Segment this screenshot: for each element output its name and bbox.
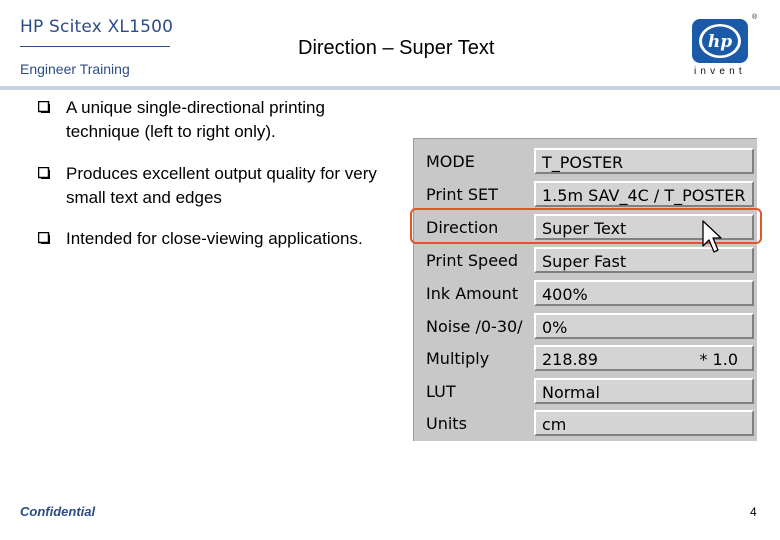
setting-multiplier: * 1.0 <box>699 350 738 369</box>
setting-value-field[interactable]: 400% <box>534 280 754 306</box>
checkbox-bullet-icon <box>38 101 50 113</box>
settings-panel: MODE T_POSTER Print SET 1.5m SAV_4C / T_… <box>413 138 757 441</box>
setting-value-field[interactable]: cm <box>534 410 754 436</box>
logo-tagline: invent <box>694 66 746 77</box>
setting-label: Print Speed <box>426 251 519 270</box>
trademark-icon: ® <box>752 14 758 21</box>
brand-name: HP Scitex XL1500 <box>20 17 174 37</box>
bullet-text: A unique single-directional printing tec… <box>66 98 325 141</box>
confidential-label: Confidential <box>20 504 96 519</box>
setting-value: 1.5m SAV_4C / T_POSTER <box>542 186 746 205</box>
bullet-text: Produces excellent output quality for ve… <box>66 164 377 207</box>
setting-value-field[interactable]: T_POSTER <box>534 148 754 174</box>
slide-title: Direction – Super Text <box>298 37 495 59</box>
setting-row-ink-amount: Ink Amount 400% <box>414 277 757 309</box>
setting-label: Noise /0-30/ <box>426 317 523 336</box>
setting-row-multiply: Multiply 218.89 * 1.0 <box>414 342 757 374</box>
setting-value: Normal <box>542 383 600 402</box>
setting-row-print-set: Print SET 1.5m SAV_4C / T_POSTER <box>414 178 757 210</box>
setting-label: Multiply <box>426 349 490 368</box>
setting-label: Ink Amount <box>426 284 519 303</box>
setting-value-field[interactable]: Normal <box>534 378 754 404</box>
header-divider <box>0 86 780 90</box>
setting-label: LUT <box>426 382 456 401</box>
setting-label: MODE <box>426 152 475 171</box>
setting-row-mode: MODE T_POSTER <box>414 145 757 177</box>
setting-row-noise: Noise /0-30/ 0% <box>414 310 757 342</box>
setting-value: 0% <box>542 318 568 337</box>
checkbox-bullet-icon <box>38 232 50 244</box>
setting-label: Units <box>426 414 467 433</box>
setting-value: T_POSTER <box>542 153 624 172</box>
bullet-text: Intended for close-viewing applications. <box>66 229 363 248</box>
setting-value: cm <box>542 415 567 434</box>
setting-value: 400% <box>542 285 588 304</box>
brand-subtitle: Engineer Training <box>20 61 130 77</box>
setting-value-field[interactable]: 218.89 * 1.0 <box>534 345 754 371</box>
setting-row-lut: LUT Normal <box>414 375 757 407</box>
setting-value-field[interactable]: 0% <box>534 313 754 339</box>
brand-divider <box>20 46 170 47</box>
hp-logo-icon: hp <box>692 19 748 63</box>
setting-value-field[interactable]: 1.5m SAV_4C / T_POSTER <box>534 181 754 207</box>
setting-value: Super Fast <box>542 252 627 271</box>
page-number: 4 <box>750 505 757 519</box>
checkbox-bullet-icon <box>38 167 50 179</box>
mouse-pointer-icon <box>702 220 722 253</box>
svg-text:hp: hp <box>708 32 732 52</box>
setting-label: Print SET <box>426 185 498 204</box>
setting-value: 218.89 <box>542 350 598 369</box>
setting-row-units: Units cm <box>414 407 757 439</box>
